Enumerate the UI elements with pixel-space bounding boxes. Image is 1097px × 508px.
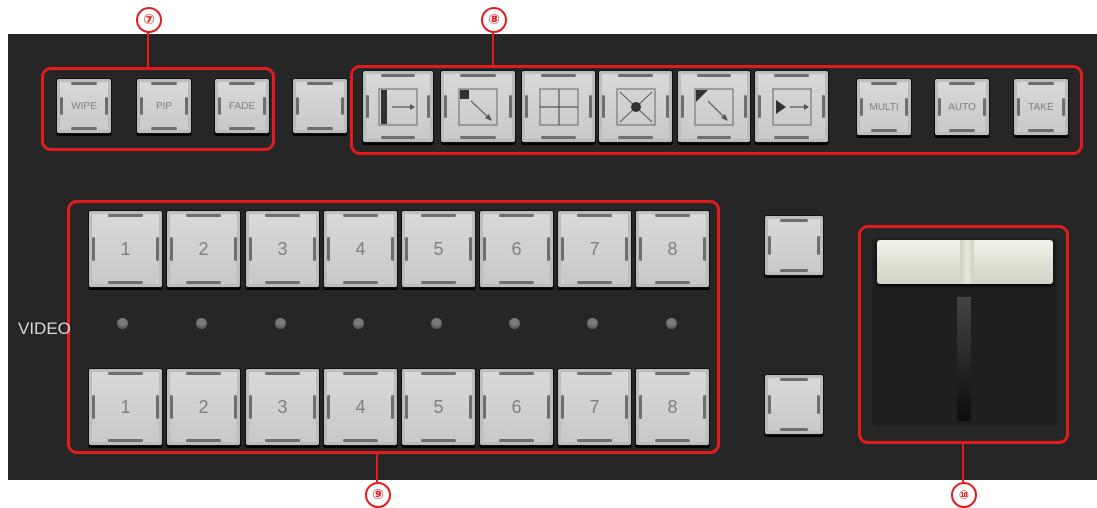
program-source-7-label: 7	[589, 238, 600, 259]
preview-source-2[interactable]: 2	[166, 368, 241, 446]
program-source-8[interactable]: 8	[635, 210, 710, 288]
take-button-label: TAKE	[1028, 101, 1054, 113]
preview-source-5-label: 5	[433, 396, 444, 417]
program-source-2[interactable]: 2	[166, 210, 241, 288]
wipe-play-arrow-pattern-icon	[771, 87, 812, 126]
callout-7-leader	[147, 32, 149, 68]
preview-source-7-label: 7	[589, 396, 600, 417]
fade-button[interactable]: FADE	[214, 78, 270, 134]
lower-side-button[interactable]	[764, 374, 824, 435]
preview-source-7[interactable]: 7	[557, 368, 632, 446]
preview-source-3[interactable]: 3	[245, 368, 320, 446]
pip-button[interactable]: PIP	[136, 78, 192, 134]
fade-button-label: FADE	[228, 100, 256, 112]
preview-source-5[interactable]: 5	[401, 368, 476, 446]
preview-source-3-label: 3	[277, 396, 288, 417]
preview-source-1-label: 1	[120, 396, 131, 417]
program-source-6[interactable]: 6	[479, 210, 554, 288]
callout-9-leader	[376, 452, 378, 482]
multi-button[interactable]: MULTI	[856, 78, 912, 136]
program-source-1-label: 1	[120, 238, 131, 259]
video-label: VIDEO	[18, 319, 71, 338]
preview-source-8[interactable]: 8	[635, 368, 710, 446]
callout-10: ⑩	[951, 482, 977, 508]
tally-led-8	[666, 318, 677, 329]
wipe-triangle-corner-pattern-icon	[694, 87, 734, 126]
program-source-3-label: 3	[277, 238, 288, 259]
tally-led-5	[431, 318, 442, 329]
program-source-7[interactable]: 7	[557, 210, 632, 288]
tbar-grip	[960, 240, 974, 284]
pip-button-label: PIP	[155, 100, 173, 112]
program-source-6-label: 6	[511, 238, 522, 259]
blank-button[interactable]	[292, 78, 348, 134]
preview-source-1[interactable]: 1	[88, 368, 163, 446]
callout-8-leader	[492, 32, 494, 66]
wipe-button-label: WIPE	[71, 100, 97, 112]
preview-source-4[interactable]: 4	[323, 368, 398, 446]
preview-source-6-label: 6	[511, 396, 522, 417]
multi-button-label: MULTI	[869, 101, 899, 113]
program-source-2-label: 2	[198, 238, 209, 259]
preview-source-8-label: 8	[667, 396, 678, 417]
take-button[interactable]: TAKE	[1013, 78, 1069, 136]
wipe-pattern-button-5[interactable]	[677, 70, 751, 143]
wipe-center-expand-pattern-icon	[615, 87, 656, 126]
program-source-5-label: 5	[433, 238, 444, 259]
wipe-left-bar-pattern-icon	[378, 87, 418, 126]
tbar-handle[interactable]	[877, 240, 1053, 284]
tally-led-4	[353, 318, 364, 329]
program-source-5[interactable]: 5	[401, 210, 476, 288]
callout-7: ⑦	[136, 7, 162, 33]
wipe-pattern-button-4[interactable]	[598, 70, 673, 143]
callout-8: ⑧	[481, 7, 507, 33]
program-source-1[interactable]: 1	[88, 210, 163, 288]
wipe-corner-diagonal-pattern-icon	[458, 87, 498, 126]
auto-button-label: AUTO	[948, 101, 976, 113]
wipe-pattern-button-1[interactable]	[362, 70, 434, 143]
callout-10-leader	[962, 444, 964, 482]
program-source-3[interactable]: 3	[245, 210, 320, 288]
tally-led-1	[117, 318, 128, 329]
tally-led-3	[275, 318, 286, 329]
wipe-quad-split-pattern-icon	[538, 87, 579, 126]
tbar-track	[957, 297, 971, 421]
auto-button[interactable]: AUTO	[934, 78, 990, 136]
wipe-button[interactable]: WIPE	[56, 78, 112, 134]
wipe-pattern-button-3[interactable]	[521, 70, 596, 143]
tally-led-2	[196, 318, 207, 329]
program-source-4[interactable]: 4	[323, 210, 398, 288]
tally-led-6	[509, 318, 520, 329]
program-source-8-label: 8	[667, 238, 678, 259]
preview-source-2-label: 2	[198, 396, 209, 417]
upper-side-button[interactable]	[764, 215, 824, 276]
program-source-4-label: 4	[355, 238, 366, 259]
wipe-pattern-button-6[interactable]	[754, 70, 829, 143]
preview-source-6[interactable]: 6	[479, 368, 554, 446]
preview-source-4-label: 4	[355, 396, 366, 417]
tally-led-7	[587, 318, 598, 329]
wipe-pattern-button-2[interactable]	[440, 70, 516, 143]
callout-9: ⑨	[365, 482, 391, 508]
